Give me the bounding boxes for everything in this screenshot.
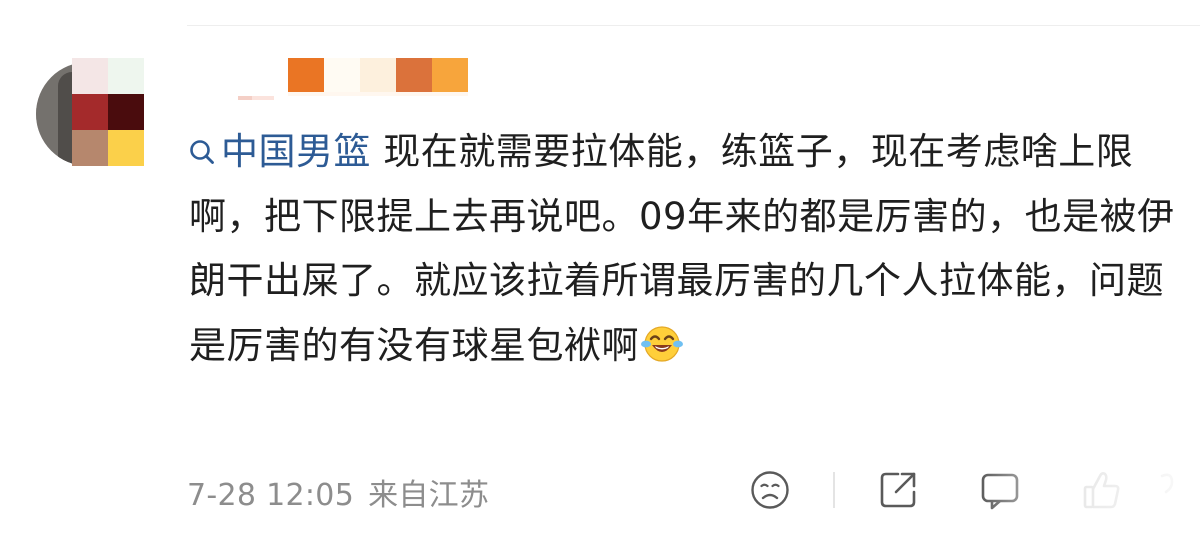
timestamp: 7-28 12:05 [187, 478, 355, 513]
sad-face-icon [748, 468, 792, 512]
username-mosaic[interactable] [238, 58, 478, 106]
comment-card: 中国男篮 现在就需要拉体能，练篮子，现在考虑啥上限啊，把下限提上去再说吧。09年… [0, 0, 1200, 539]
more-button[interactable] [1150, 468, 1194, 512]
react-button[interactable] [748, 468, 792, 512]
search-icon [189, 139, 215, 165]
divider [187, 25, 1200, 26]
share-button[interactable] [876, 468, 920, 512]
thumbs-up-icon [1080, 468, 1124, 512]
like-button[interactable] [1080, 468, 1124, 512]
comment-button[interactable] [978, 468, 1022, 512]
topic-label: 中国男篮 [221, 130, 371, 173]
comment-body: 中国男篮 现在就需要拉体能，练篮子，现在考虑啥上限啊，把下限提上去再说吧。09年… [189, 120, 1179, 378]
action-bar [740, 462, 1200, 518]
action-divider [833, 472, 835, 508]
laughing-with-tears-emoji-icon [641, 322, 683, 364]
avatar-mosaic [72, 58, 144, 166]
comment-meta: 7-28 12:05 来自江苏 [187, 470, 489, 514]
comment-icon [978, 468, 1022, 512]
topic-link[interactable]: 中国男篮 [189, 130, 371, 173]
avatar-shade [36, 62, 76, 166]
location: 来自江苏 [368, 478, 490, 513]
more-icon [1150, 468, 1194, 512]
share-icon [876, 468, 920, 512]
